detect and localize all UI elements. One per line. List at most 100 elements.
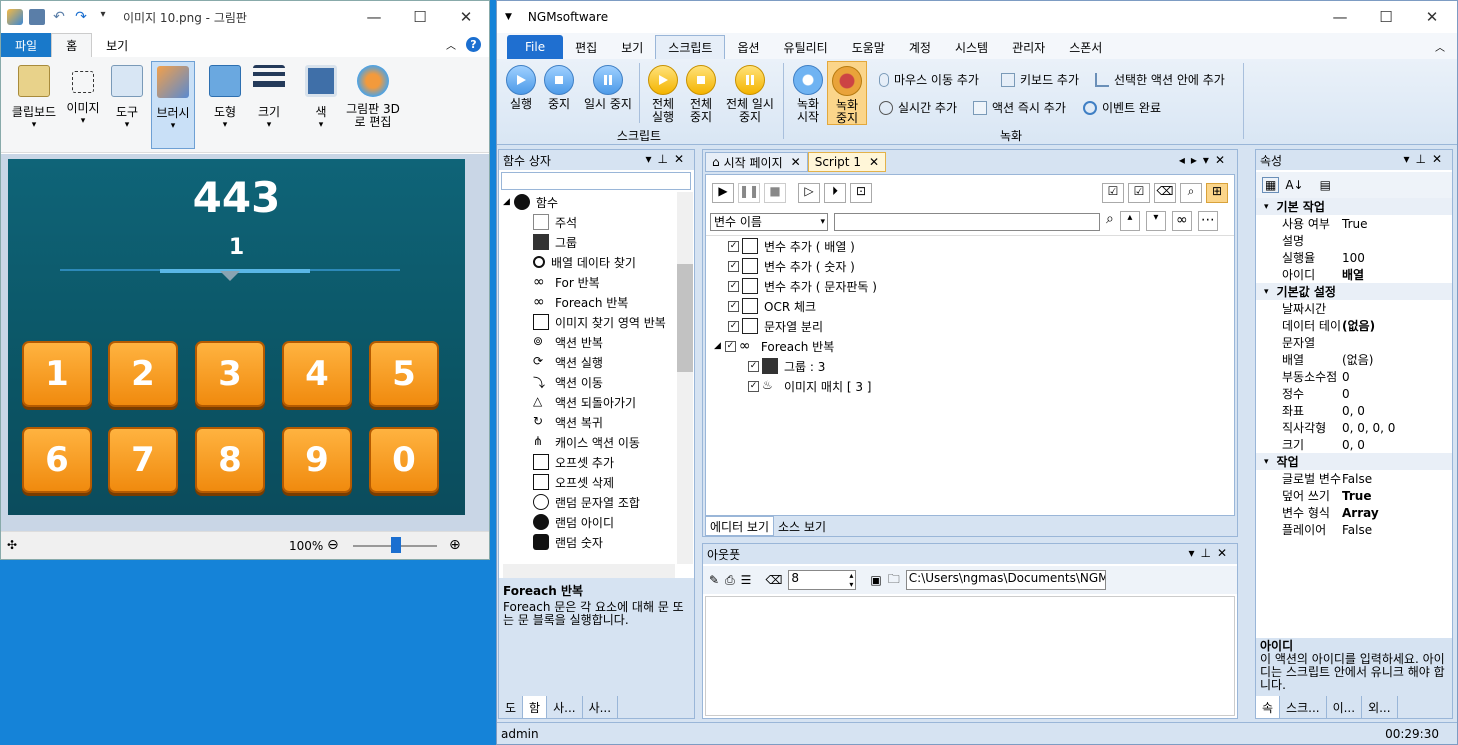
checkbox[interactable]: ✓ — [748, 380, 759, 392]
ngm-menu-icon[interactable]: ▼ — [505, 12, 512, 22]
collapse-ribbon-icon[interactable]: ︿ — [446, 37, 456, 52]
func-item[interactable]: △ 액션 되돌아가기 — [503, 392, 675, 412]
save-icon[interactable]: ▣ — [870, 573, 881, 587]
run-all-button[interactable]: 전체 실행 — [647, 65, 679, 124]
key-7[interactable]: 7 — [108, 427, 178, 493]
zoom-out-button[interactable]: ⊖ — [327, 537, 339, 553]
tree-view-icon[interactable]: ⊞ — [1206, 183, 1228, 203]
editor-stop-icon[interactable]: ■ — [764, 183, 786, 203]
tab-script-list[interactable]: 스크... — [1280, 696, 1327, 718]
find-icon[interactable]: ⌕ — [1180, 183, 1202, 203]
tab-admin[interactable]: 관리자 — [1000, 35, 1057, 59]
record-start-button[interactable]: 녹화 시작 — [791, 65, 825, 124]
checkbox[interactable]: ✓ — [728, 280, 739, 292]
tab-help[interactable]: 도움말 — [840, 35, 897, 59]
scrollbar-thumb[interactable] — [677, 264, 693, 372]
checkbox[interactable]: ✓ — [748, 360, 759, 372]
qat-dropdown-icon[interactable]: ▾ — [95, 9, 111, 25]
property-row[interactable]: 직사각형 0, 0, 0, 0 — [1256, 419, 1452, 436]
script-row[interactable]: ✓ ♨ 이미지 매치 [ 3 ] — [706, 376, 1234, 396]
close-button[interactable]: ✕ — [443, 1, 489, 33]
key-3[interactable]: 3 — [195, 341, 265, 407]
panel-controls[interactable]: ▾⊥✕ — [645, 152, 690, 166]
tab-system[interactable]: 시스템 — [943, 35, 1000, 59]
tab-user-functions[interactable]: 사... — [583, 696, 619, 718]
add-action-now-button[interactable]: 액션 즉시 추가 — [973, 99, 1066, 116]
maximize-button[interactable]: ☐ — [397, 1, 443, 33]
paint-tab-home[interactable]: 홈 — [51, 33, 93, 57]
collapse-icon[interactable]: ▾ — [1264, 457, 1269, 467]
func-item[interactable]: ⋔ 캐이스 액션 이동 — [503, 432, 675, 452]
property-row[interactable]: 문자열 — [1256, 334, 1452, 351]
run-button[interactable]: 실행 — [505, 65, 537, 111]
key-6[interactable]: 6 — [22, 427, 92, 493]
func-item[interactable]: ↻ 액션 복귀 — [503, 412, 675, 432]
script-row[interactable]: ✓ 변수 추가 ( 숫자 ) — [706, 256, 1234, 276]
property-row[interactable]: 글로벌 변수 False — [1256, 470, 1452, 487]
func-item[interactable]: 그룹 — [503, 232, 675, 252]
output-path-input[interactable]: C:\Users\ngmas\Documents\NGM6\ — [905, 570, 1106, 590]
tab-options[interactable]: 옵션 — [725, 35, 771, 59]
eraser-icon[interactable]: ⌫ — [765, 573, 782, 587]
brush-button[interactable]: 브러시 ▾ — [151, 61, 195, 149]
func-item[interactable]: ⟳ 액션 실행 — [503, 352, 675, 372]
ngm-minimize-button[interactable]: — — [1317, 1, 1363, 33]
add-keyboard-button[interactable]: 키보드 추가 — [1001, 71, 1079, 88]
tab-functions[interactable]: 함 — [523, 696, 548, 718]
checkbox[interactable]: ✓ — [724, 340, 736, 352]
check-all-icon[interactable]: ☑ — [1102, 183, 1124, 203]
paint-tab-view[interactable]: 보기 — [92, 33, 142, 57]
tab-editor-view[interactable]: 에디터 보기 — [705, 516, 775, 536]
colors-button[interactable]: 색 ▾ — [301, 61, 341, 149]
stop-button[interactable]: 중지 — [543, 65, 575, 111]
pause-all-button[interactable]: 전체 일시 중지 — [721, 65, 779, 124]
key-0[interactable]: 0 — [369, 427, 439, 493]
paint-tab-file[interactable]: 파일 — [1, 33, 52, 57]
property-row[interactable]: 배열 (없음) — [1256, 351, 1452, 368]
key-1[interactable]: 1 — [22, 341, 92, 407]
property-row[interactable]: 부동소수점 0 — [1256, 368, 1452, 385]
pause-button[interactable]: 일시 중지 — [581, 65, 635, 111]
ngm-maximize-button[interactable]: ☐ — [1363, 1, 1409, 33]
property-row[interactable]: 좌표 0, 0 — [1256, 402, 1452, 419]
panel-controls[interactable]: ▾⊥✕ — [1188, 546, 1233, 560]
script-row[interactable]: ✓ 변수 추가 ( 배열 ) — [706, 236, 1234, 256]
script-row[interactable]: ✓ OCR 체크 — [706, 296, 1234, 316]
editor-run-sel-icon[interactable]: ⊡ — [850, 183, 872, 203]
func-item[interactable]: 주석 — [503, 212, 675, 232]
tab-file[interactable]: File — [507, 35, 564, 59]
arrow-up-icon[interactable]: ▴ — [1119, 211, 1140, 231]
zoom-slider-thumb[interactable] — [391, 537, 401, 553]
page-icon[interactable]: ⎙ — [725, 573, 735, 588]
func-item[interactable]: ⊚ 액션 반복 — [503, 332, 675, 352]
undo-icon[interactable]: ↶ — [51, 9, 67, 25]
property-row[interactable]: 플레이어 False — [1256, 521, 1452, 538]
func-item[interactable]: 오프셋 삭제 — [503, 472, 675, 492]
property-section[interactable]: ▾ 기본 작업 — [1256, 198, 1452, 215]
tab-view[interactable]: 보기 — [609, 35, 655, 59]
tab-account[interactable]: 계정 — [897, 35, 943, 59]
tab-edit[interactable]: 편집 — [563, 35, 609, 59]
output-log[interactable] — [705, 596, 1235, 716]
folder-icon[interactable]: 🗀 — [888, 570, 900, 591]
property-pages-icon[interactable]: ▤ — [1320, 178, 1331, 192]
checkbox[interactable]: ✓ — [728, 320, 739, 332]
arrow-down-icon[interactable]: ▾ — [1145, 211, 1166, 231]
record-stop-button[interactable]: 녹화 중지 — [827, 61, 867, 125]
key-9[interactable]: 9 — [282, 427, 352, 493]
image-button[interactable]: 이미지 ▾ — [63, 61, 103, 149]
doc-tab-start[interactable]: ⌂ 시작 페이지 ✕ — [705, 152, 808, 172]
doc-controls[interactable]: ◂▸▾✕ — [1179, 153, 1231, 167]
script-row[interactable]: ✓ 변수 추가 ( 문자판독 ) — [706, 276, 1234, 296]
tab-toolbox[interactable]: 도 — [499, 696, 524, 718]
check-icon[interactable]: ☑ — [1128, 183, 1150, 203]
property-row[interactable]: 데이터 테이 (없음) — [1256, 317, 1452, 334]
func-item[interactable]: 오프셋 추가 — [503, 452, 675, 472]
delete-icon[interactable]: ⌫ — [1154, 183, 1176, 203]
func-item[interactable]: ∞ For 반복 — [503, 272, 675, 292]
editor-run-block-icon[interactable]: ⏵ — [824, 183, 846, 203]
save-icon[interactable] — [29, 9, 45, 25]
tab-source-view[interactable]: 소스 보기 — [774, 516, 830, 536]
script-row[interactable]: ✓ 문자열 분리 — [706, 316, 1234, 336]
sort-az-icon[interactable]: A↓ — [1285, 178, 1303, 192]
